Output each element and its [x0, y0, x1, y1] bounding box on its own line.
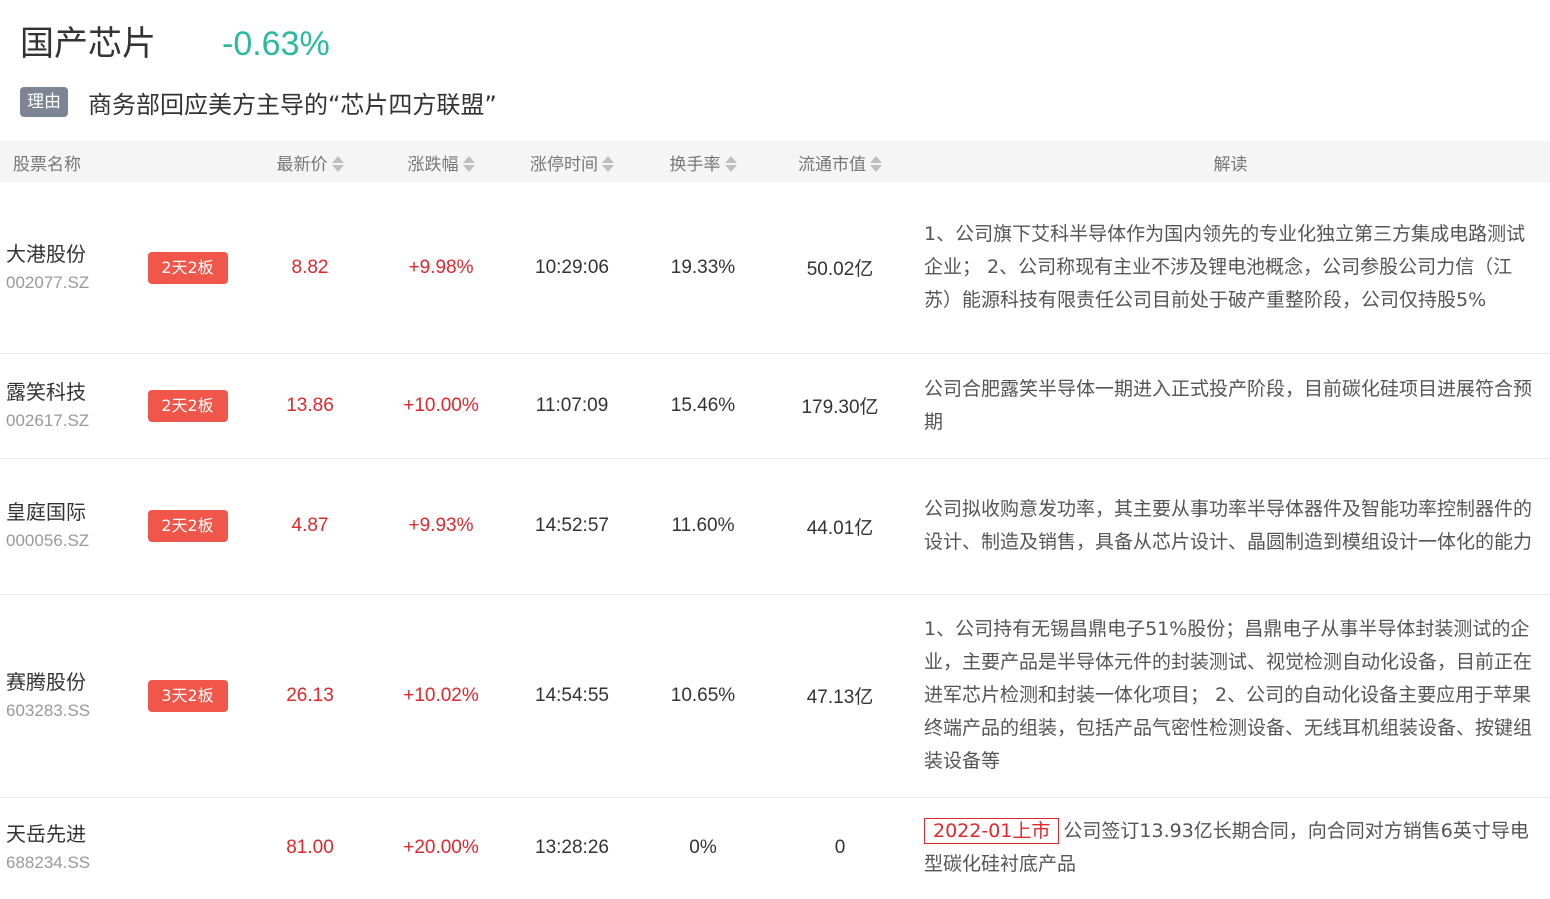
turnover: 10.65% [670, 684, 736, 706]
limit-time: 10:29:06 [535, 256, 609, 278]
reading: 1、公司旗下艾科半导体作为国内领先的专业化独立第三方集成电路测试企业； 2、公司… [924, 223, 1526, 312]
market-cap: 50.02亿 [806, 259, 874, 281]
stock-name[interactable]: 大港股份 [6, 239, 130, 269]
stock-cell[interactable]: 大港股份 002077.SZ [0, 183, 130, 353]
price: 13.86 [286, 394, 334, 416]
stock-code: 603283.SS [6, 700, 91, 720]
stock-table: 股票名称 最新价 涨跌幅 涨停时间 换手率 流通市值 解读 大港股份 00207… [0, 141, 1550, 899]
board-tag-cell: 2天2板 [130, 183, 245, 353]
stock-name[interactable]: 天岳先进 [6, 819, 130, 849]
stock-code: 002077.SZ [6, 272, 90, 292]
change: +10.00% [403, 394, 479, 416]
price: 81.00 [286, 837, 334, 859]
table-header: 股票名称 最新价 涨跌幅 涨停时间 换手率 流通市值 解读 [0, 141, 1550, 183]
change: +9.98% [408, 256, 474, 278]
market-cap: 44.01亿 [806, 517, 874, 539]
market-cap: 47.13亿 [806, 687, 874, 708]
col-change[interactable]: 涨跌幅 [375, 141, 507, 183]
change: +20.00% [403, 837, 479, 859]
stock-name[interactable]: 皇庭国际 [6, 497, 130, 527]
board-tag: 2天2板 [147, 251, 228, 284]
sort-icon[interactable] [602, 155, 614, 173]
sort-icon[interactable] [870, 155, 882, 173]
price: 26.13 [286, 684, 334, 706]
reason-row: 理由 商务部回应美方主导的“芯片四方联盟” [20, 84, 497, 120]
ipo-tag: 2022-01上市 [924, 818, 1060, 845]
sort-icon[interactable] [331, 155, 344, 173]
board-tag: 2天2板 [147, 510, 228, 542]
concept-change: -0.63% [222, 25, 330, 63]
turnover: 19.33% [670, 256, 736, 278]
stock-code: 000056.SZ [6, 531, 90, 550]
board-tag-cell: 3天2板 [130, 594, 245, 797]
stock-cell[interactable]: 天岳先进 688234.SS [0, 797, 130, 899]
limit-time: 14:52:57 [535, 515, 609, 536]
stock-code: 002617.SZ [6, 410, 90, 430]
reading: 公司拟收购意发功率，其主要从事功率半导体器件及智能功率控制器件的设计、制造及销售… [924, 498, 1533, 553]
reading: 公司合肥露笑半导体一期进入正式投产阶段，目前碳化硅项目进展符合预期 [924, 377, 1533, 433]
col-turnover[interactable]: 换手率 [637, 141, 769, 183]
board-tag: 2天2板 [147, 389, 228, 422]
stock-cell[interactable]: 皇庭国际 000056.SZ [0, 458, 130, 594]
reason-text: 商务部回应美方主导的“芯片四方联盟” [88, 90, 497, 119]
col-name: 股票名称 [13, 154, 81, 175]
table-row[interactable]: 赛腾股份 603283.SS 3天2板 26.13 +10.02% 14:54:… [0, 594, 1550, 797]
col-market-cap[interactable]: 流通市值 [769, 141, 911, 183]
stock-name[interactable]: 露笑科技 [6, 377, 130, 407]
turnover: 0% [689, 837, 717, 859]
turnover: 15.46% [670, 394, 736, 416]
limit-time: 11:07:09 [535, 394, 609, 416]
reason-badge: 理由 [20, 87, 68, 117]
table-row[interactable]: 天岳先进 688234.SS 81.00 +20.00% 13:28:26 0%… [0, 797, 1550, 899]
concept-title: 国产芯片 [20, 24, 156, 64]
table-row[interactable]: 大港股份 002077.SZ 2天2板 8.82 +9.98% 10:29:06… [0, 183, 1550, 353]
table-row[interactable]: 露笑科技 002617.SZ 2天2板 13.86 +10.00% 11:07:… [0, 353, 1550, 458]
change: +10.02% [403, 684, 479, 706]
reading: 1、公司持有无锡昌鼎电子51%股份；昌鼎电子从事半导体封装测试的企业，主要产品是… [924, 618, 1533, 772]
stock-code: 688234.SS [6, 853, 91, 873]
limit-time: 14:54:55 [535, 684, 609, 706]
col-limit-time[interactable]: 涨停时间 [507, 141, 637, 183]
stock-cell[interactable]: 露笑科技 002617.SZ [0, 353, 130, 458]
market-cap: 0 [834, 837, 846, 859]
price: 4.87 [291, 515, 329, 536]
sort-icon[interactable] [462, 155, 475, 173]
stock-cell[interactable]: 赛腾股份 603283.SS [0, 594, 130, 797]
concept-header: 国产芯片 -0.63% 理由 商务部回应美方主导的“芯片四方联盟” [0, 0, 1550, 140]
turnover: 11.60% [671, 515, 735, 536]
board-tag-cell: 2天2板 [130, 458, 245, 594]
price: 8.82 [291, 256, 329, 278]
board-tag: 3天2板 [147, 679, 228, 712]
stock-name[interactable]: 赛腾股份 [6, 667, 130, 697]
sort-icon[interactable] [724, 155, 737, 173]
reading-cell: 2022-01上市 公司签订13.93亿长期合同，向合同对方销售6英寸导电型碳化硅… [911, 797, 1550, 899]
col-price[interactable]: 最新价 [245, 141, 375, 183]
col-reading: 解读 [1213, 154, 1248, 175]
limit-time: 13:28:26 [535, 837, 609, 859]
board-tag-cell [130, 797, 245, 899]
market-cap: 179.30亿 [801, 397, 879, 418]
board-tag-cell: 2天2板 [130, 353, 245, 458]
table-row[interactable]: 皇庭国际 000056.SZ 2天2板 4.87 +9.93% 14:52:57… [0, 458, 1550, 594]
change: +9.93% [408, 515, 474, 536]
